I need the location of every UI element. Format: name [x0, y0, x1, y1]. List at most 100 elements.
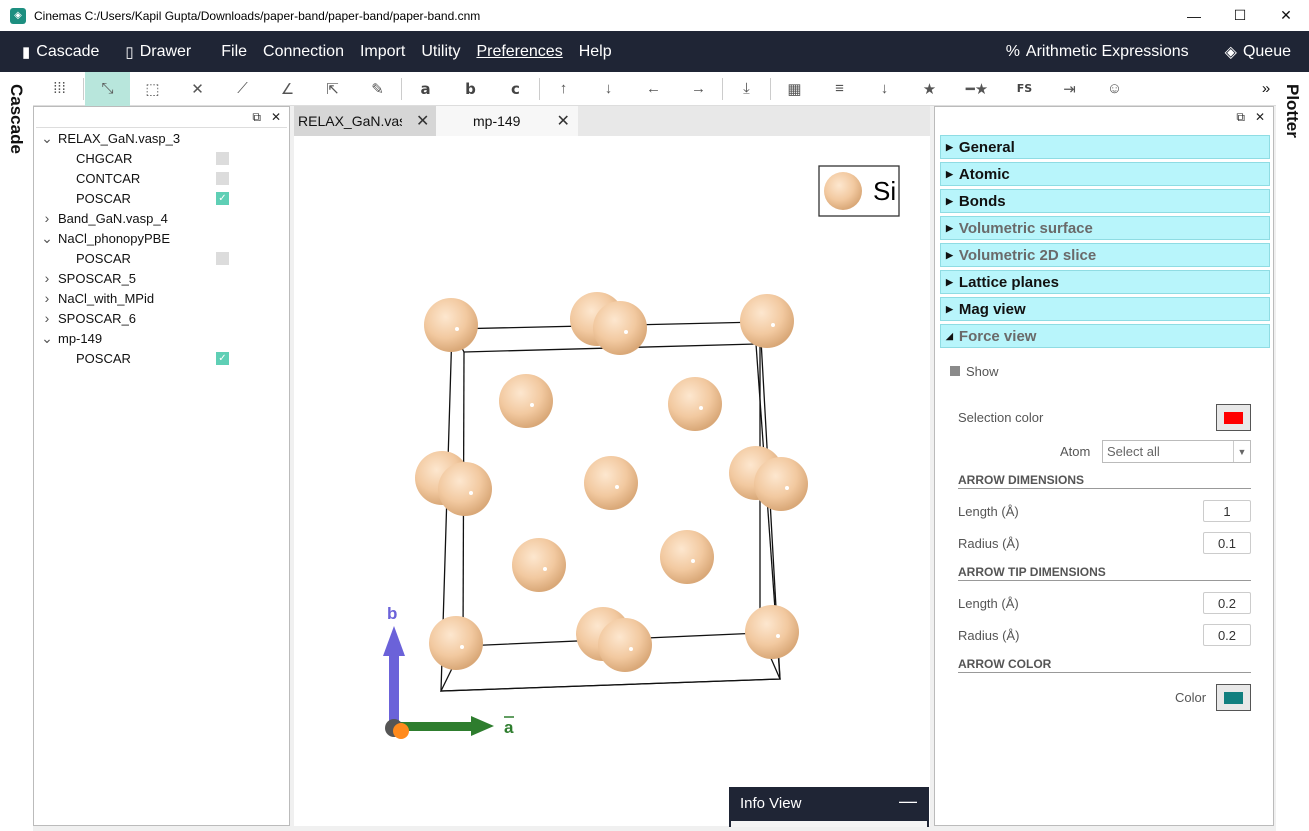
chevron-right-icon[interactable]: ›	[36, 310, 58, 326]
grid-dots-icon[interactable]: ⁞⁞⁞	[37, 72, 82, 106]
si-atom[interactable]	[740, 294, 794, 348]
chevron-down-icon[interactable]: ⌄	[36, 230, 58, 247]
close-tab-icon[interactable]: ✕	[416, 111, 429, 131]
menu-help[interactable]: Help	[571, 43, 620, 61]
measure-distance-icon[interactable]: ⟋	[220, 72, 265, 106]
float-panel-icon[interactable]: ⧉	[252, 110, 261, 125]
visibility-checkbox[interactable]	[216, 172, 229, 185]
tip-radius-input[interactable]: 0.2	[1203, 624, 1251, 646]
measure-angle-icon[interactable]: ∠	[265, 72, 310, 106]
menu-connection[interactable]: Connection	[255, 43, 352, 61]
plotter-side-tab[interactable]: Plotter	[1276, 72, 1309, 831]
visibility-checkbox[interactable]	[216, 252, 229, 265]
atom-select[interactable]: Select all ▼	[1102, 440, 1251, 463]
tree-folder-item[interactable]: ⌄ NaCl_phonopyPBE	[36, 228, 287, 248]
view-along-b-button[interactable]: b	[448, 72, 493, 106]
si-atom[interactable]	[598, 618, 652, 672]
star-arrow-icon[interactable]: ━★	[952, 72, 1002, 106]
section-atomic[interactable]: ▶ Atomic	[940, 162, 1270, 186]
visibility-checkbox[interactable]	[216, 152, 229, 165]
si-atom[interactable]	[512, 538, 566, 592]
arrow-down-icon[interactable]: ↓	[586, 72, 631, 106]
tree-file-item[interactable]: CONTCAR	[36, 168, 287, 188]
arithmetic-expressions-button[interactable]: % Arithmetic Expressions	[998, 43, 1197, 61]
si-atom[interactable]	[660, 530, 714, 584]
tree-folder-item[interactable]: › SPOSCAR_6	[36, 308, 287, 328]
supercell-grid-icon[interactable]: ▦	[772, 72, 817, 106]
section-volumetric-surface[interactable]: ▶ Volumetric surface	[940, 216, 1270, 240]
show-checkbox[interactable]	[950, 366, 960, 376]
section-general[interactable]: ▶ General	[940, 135, 1270, 159]
menu-import[interactable]: Import	[352, 43, 413, 61]
star-icon[interactable]: ★	[907, 72, 952, 106]
queue-button[interactable]: ◈ Queue	[1217, 42, 1299, 62]
fs-button[interactable]: FS	[1002, 72, 1047, 106]
section-mag-view[interactable]: ▶ Mag view	[940, 297, 1270, 321]
selection-color-button[interactable]	[1216, 404, 1251, 431]
chevron-down-icon[interactable]: ⌄	[36, 330, 58, 347]
tab-relax-gan[interactable]: RELAX_GaN.vasp_ ✕	[294, 106, 436, 136]
rotate-select-tool-icon[interactable]: ⤡	[85, 71, 130, 106]
drawer-menu[interactable]: ▯ Drawer	[117, 43, 199, 61]
tree-folder-item[interactable]: › Band_GaN.vasp_4	[36, 208, 287, 228]
cascade-side-tab[interactable]: Cascade	[0, 72, 33, 831]
tree-folder-item[interactable]: ⌄ mp-149	[36, 328, 287, 348]
robot-icon[interactable]: ☺	[1092, 72, 1137, 106]
toolbar-more-button[interactable]: »	[1256, 72, 1276, 106]
edit-pencil-icon[interactable]: ✎	[355, 72, 400, 106]
close-panel-icon[interactable]: ✕	[1255, 110, 1265, 124]
close-panel-icon[interactable]: ✕	[271, 110, 281, 124]
menu-file[interactable]: File	[213, 43, 255, 61]
arrow-color-button[interactable]	[1216, 684, 1251, 711]
si-atom[interactable]	[424, 298, 478, 352]
menu-preferences[interactable]: Preferences	[468, 43, 570, 61]
close-tab-icon[interactable]: ✕	[556, 111, 569, 131]
pointer-tool-icon[interactable]: ⇱	[310, 72, 355, 106]
fit-view-icon[interactable]: ✕	[175, 72, 220, 106]
si-atom[interactable]	[429, 616, 483, 670]
structure-canvas[interactable]: Si b a	[294, 136, 930, 826]
chevron-down-icon[interactable]: ⌄	[36, 130, 58, 147]
tree-folder-item[interactable]: ⌄ RELAX_GaN.vasp_3	[36, 128, 287, 148]
tip-length-input[interactable]: 0.2	[1203, 592, 1251, 614]
si-atom[interactable]	[754, 457, 808, 511]
chevron-right-icon[interactable]: ›	[36, 270, 58, 286]
tree-folder-item[interactable]: › NaCl_with_MPid	[36, 288, 287, 308]
section-volumetric-2d-slice[interactable]: ▶ Volumetric 2D slice	[940, 243, 1270, 267]
tree-file-item[interactable]: CHGCAR	[36, 148, 287, 168]
arrow-right-icon[interactable]: →	[676, 72, 721, 106]
align-list-icon[interactable]: ≡	[817, 72, 862, 106]
si-atom[interactable]	[593, 301, 647, 355]
structure-viewer[interactable]: Si b a	[294, 136, 930, 826]
tree-folder-item[interactable]: › SPOSCAR_5	[36, 268, 287, 288]
arrow-up-icon[interactable]: ↑	[541, 72, 586, 106]
view-along-c-button[interactable]: c	[493, 72, 538, 106]
float-panel-icon[interactable]: ⧉	[1236, 110, 1245, 125]
maximize-button[interactable]: ☐	[1217, 0, 1263, 31]
tree-file-item[interactable]: POSCAR ✓	[36, 348, 287, 368]
si-atom[interactable]	[668, 377, 722, 431]
minimize-button[interactable]: —	[1171, 0, 1217, 31]
arrow-radius-input[interactable]: 0.1	[1203, 532, 1251, 554]
si-atom[interactable]	[438, 462, 492, 516]
visibility-checkbox[interactable]: ✓	[216, 192, 229, 205]
box-select-tool-icon[interactable]: ⬚	[130, 72, 175, 106]
info-view-panel[interactable]: Info View —	[729, 787, 929, 827]
menu-utility[interactable]: Utility	[413, 43, 468, 61]
download-icon[interactable]: ⤓	[724, 72, 769, 106]
view-along-a-button[interactable]: a	[403, 72, 448, 106]
si-atom[interactable]	[745, 605, 799, 659]
close-button[interactable]: ✕	[1263, 0, 1309, 31]
info-view-minimize-button[interactable]: —	[899, 791, 917, 812]
import-arrow-icon[interactable]: ⇥	[1047, 72, 1092, 106]
si-atom[interactable]	[584, 456, 638, 510]
visibility-checkbox[interactable]: ✓	[216, 352, 229, 365]
chevron-right-icon[interactable]: ›	[36, 290, 58, 306]
section-lattice-planes[interactable]: ▶ Lattice planes	[940, 270, 1270, 294]
section-bonds[interactable]: ▶ Bonds	[940, 189, 1270, 213]
tree-file-item[interactable]: POSCAR ✓	[36, 188, 287, 208]
section-force-view[interactable]: ◢ Force view	[940, 324, 1270, 348]
arrow-down-bold-icon[interactable]: ↓	[862, 72, 907, 106]
si-atom[interactable]	[499, 374, 553, 428]
arrow-length-input[interactable]: 1	[1203, 500, 1251, 522]
